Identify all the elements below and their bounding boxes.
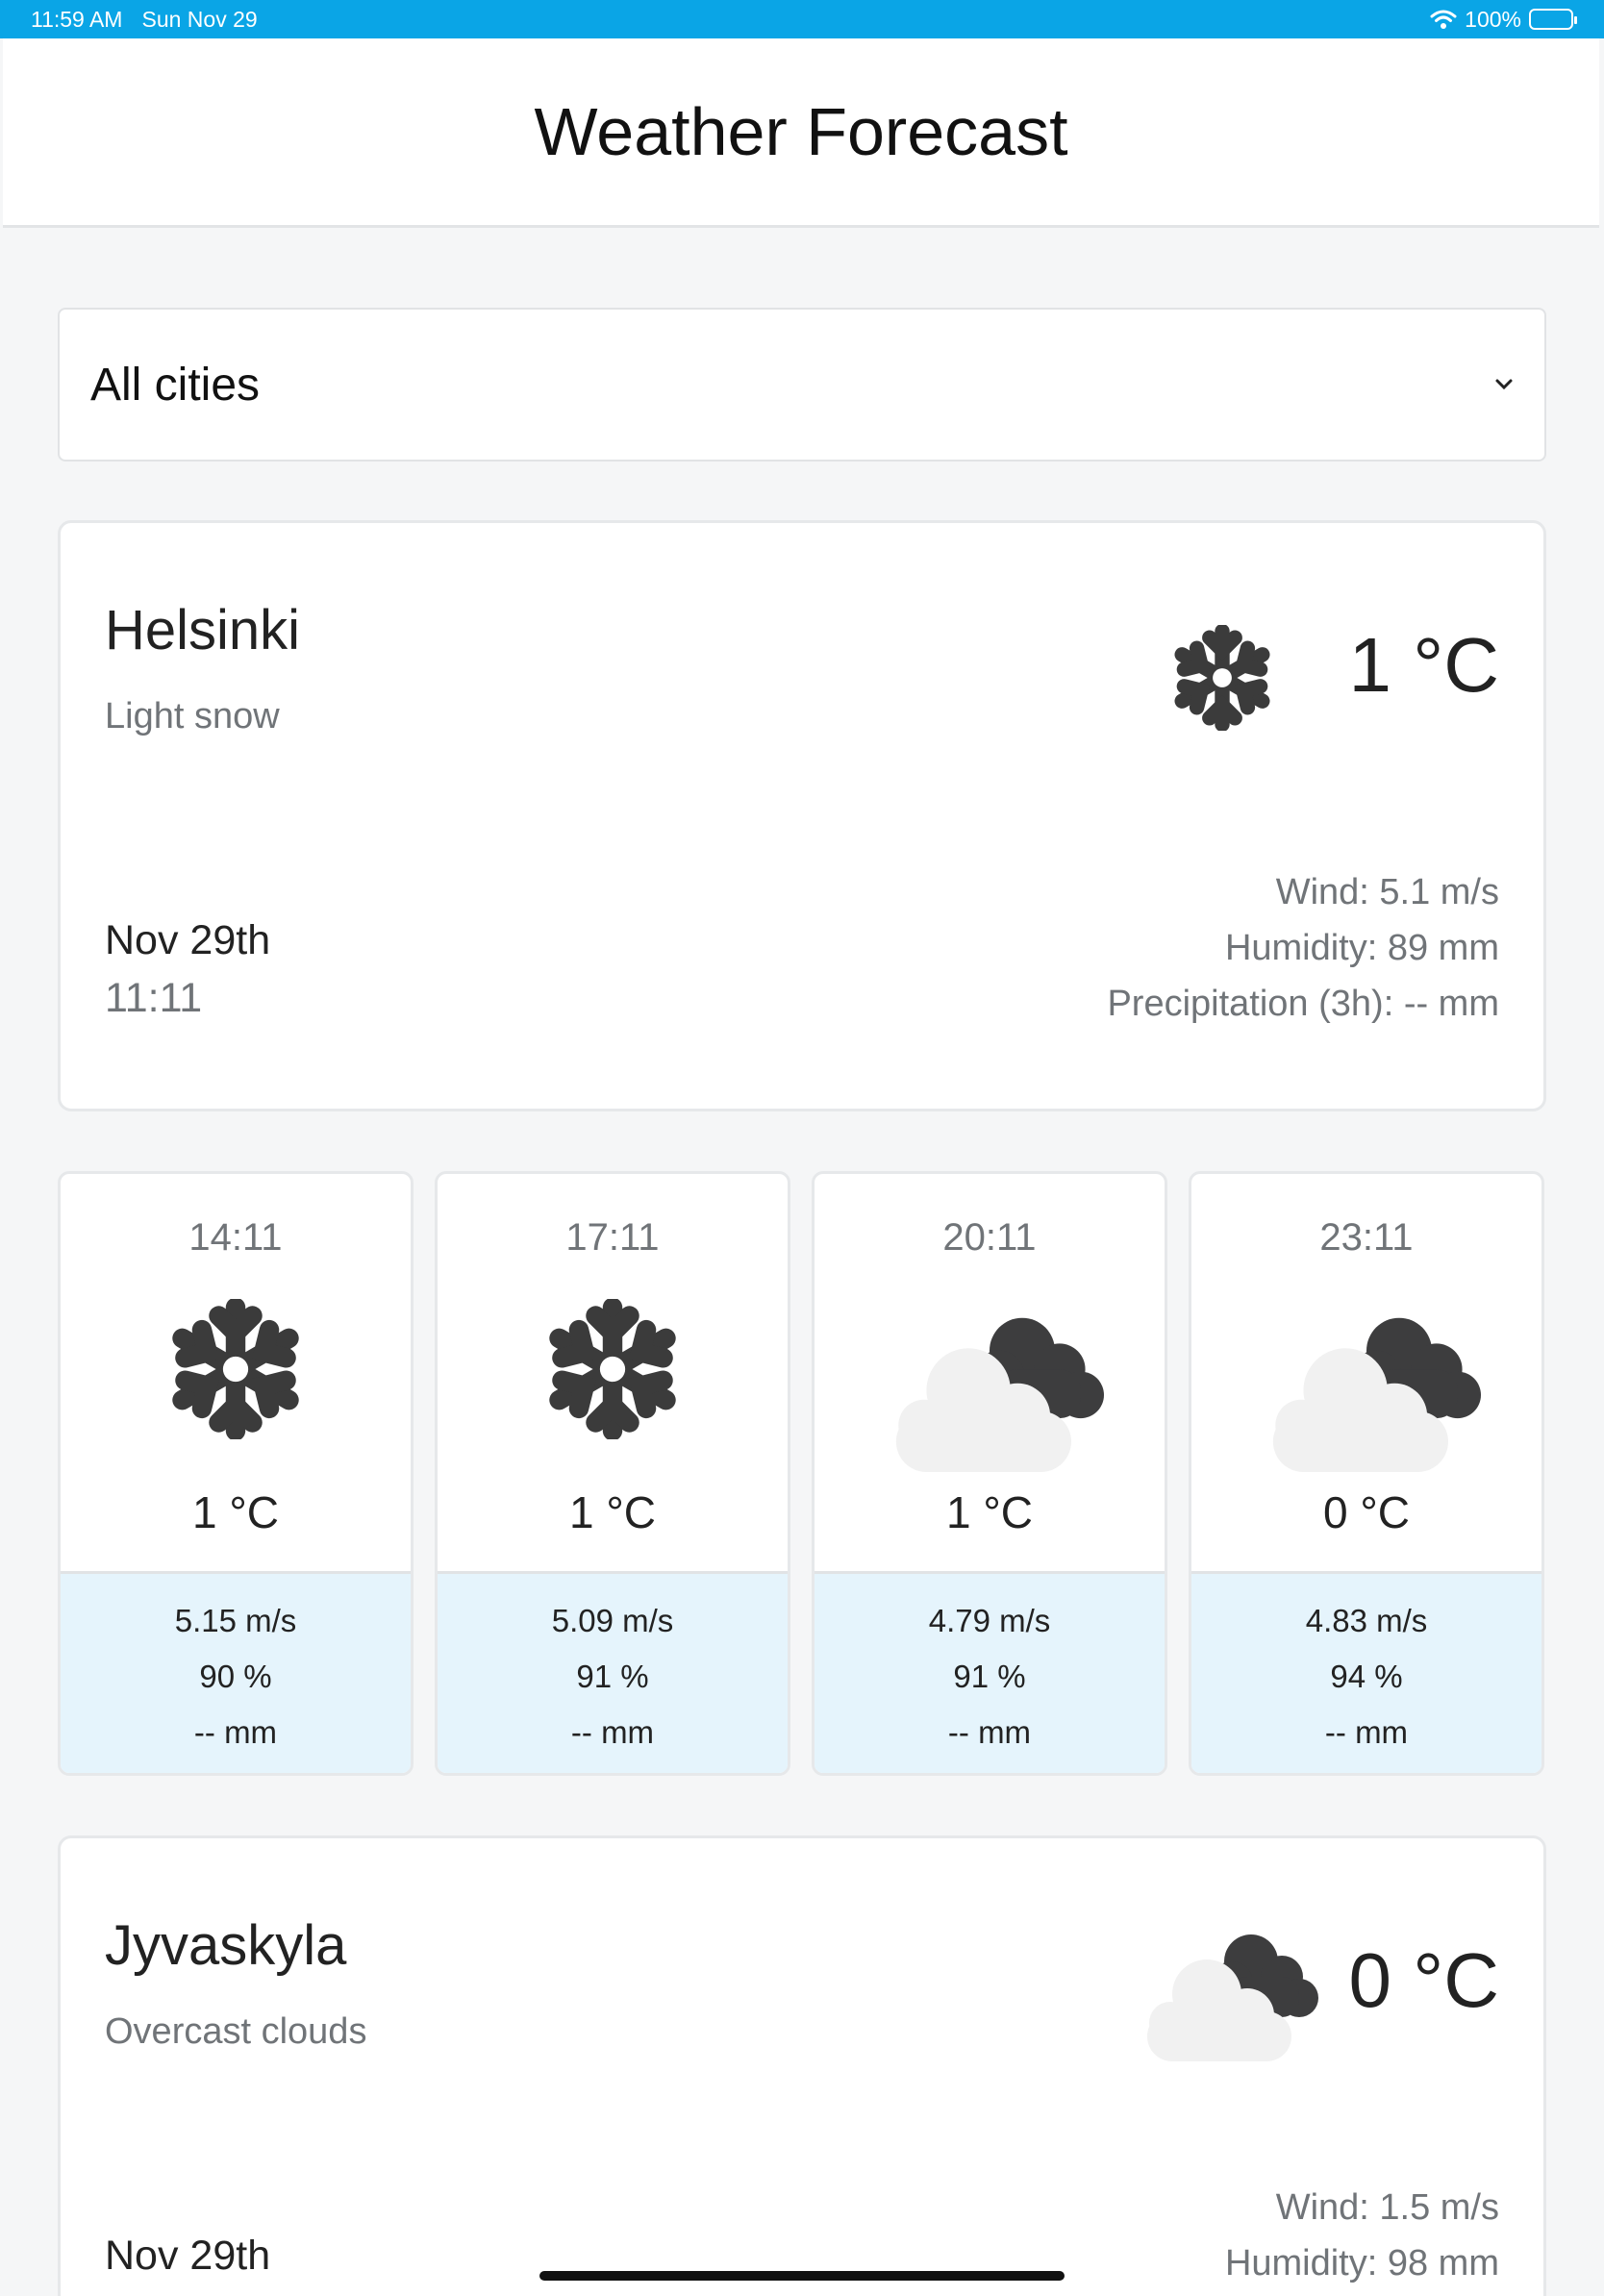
status-bar: 11:59 AM Sun Nov 29 100% [0,0,1604,38]
status-date: Sun Nov 29 [141,6,258,32]
forecast-precipitation: -- mm [947,1714,1032,1750]
forecast-humidity: 94 % [1330,1659,1403,1694]
status-right: 100% [1430,6,1577,33]
overcast-clouds-icon [895,1317,1104,1472]
city-select[interactable]: All cities [58,308,1546,462]
snowflake-icon [542,1299,683,1439]
humidity-value: Humidity: 89 mm [1224,928,1499,968]
city-card: Helsinki Light snow 1 °C Nov 29th 11:11 … [58,520,1546,1111]
forecast-precipitation: -- mm [1324,1714,1409,1750]
weather-details: Wind: 1.5 m/s Humidity: 98 mm [1225,2180,1499,2291]
wind-value: Wind: 5.1 m/s [1275,872,1499,912]
weather-details: Wind: 5.1 m/s Humidity: 89 mm Precipitat… [1107,864,1499,1032]
forecast-details: 4.79 m/s 91 % -- mm [815,1571,1165,1773]
forecast-temperature: 1 °C [569,1487,656,1537]
overcast-clouds-icon [1147,1934,1318,2061]
forecast-humidity: 91 % [576,1659,649,1694]
city-name: Jyvaskyla [105,1914,347,1977]
forecast-time: 23:11 [1319,1216,1414,1259]
wifi-icon [1430,10,1457,29]
forecast-time: 14:11 [188,1216,283,1259]
forecast-wind: 5.15 m/s [174,1603,297,1638]
snowflake-icon [165,1299,306,1439]
forecast-date: Nov 29th [105,917,271,963]
forecast-humidity: 91 % [953,1659,1026,1694]
status-time: 11:59 AM [31,6,123,32]
forecast-humidity: 90 % [199,1659,272,1694]
humidity-value: Humidity: 98 mm [1224,2243,1499,2284]
weather-description: Light snow [105,696,280,736]
forecast-tile: 20:11 1 °C 4.79 m/s 91 % -- mm [812,1171,1167,1776]
overcast-clouds-icon [1272,1317,1481,1472]
page-title: Weather Forecast [534,94,1068,169]
forecast-wind: 5.09 m/s [551,1603,674,1638]
forecast-temperature: 1 °C [192,1487,279,1537]
forecast-time: 17:11 [565,1216,660,1259]
battery-icon [1529,9,1577,30]
forecast-date: Nov 29th [105,2233,271,2279]
forecast-details: 5.09 m/s 91 % -- mm [438,1571,788,1773]
forecast-precipitation: -- mm [570,1714,655,1750]
city-select-value: All cities [90,359,261,411]
snowflake-icon [1169,625,1275,731]
forecast-tile: 23:11 0 °C 4.83 m/s 94 % -- mm [1189,1171,1544,1776]
forecast-temperature: 0 °C [1323,1487,1410,1537]
current-temperature: 1 °C [1348,622,1499,708]
forecast-details: 5.15 m/s 90 % -- mm [61,1571,411,1773]
city-name: Helsinki [105,599,301,661]
wind-value: Wind: 1.5 m/s [1275,2187,1499,2228]
forecast-precipitation: -- mm [193,1714,278,1750]
forecast-time: 20:11 [942,1216,1037,1259]
forecast-temperature: 1 °C [946,1487,1033,1537]
forecast-tile: 17:11 1 °C 5.09 m/s 91 % -- mm [435,1171,790,1776]
weather-description: Overcast clouds [105,2011,367,2052]
forecast-tile: 14:11 1 °C 5.15 m/s 90 % -- mm [58,1171,414,1776]
battery-percent: 100% [1465,6,1521,32]
forecast-wind: 4.79 m/s [928,1603,1051,1638]
city-card: Jyvaskyla Overcast clouds 0 °C Nov 29th … [58,1835,1546,2296]
precipitation-value: Precipitation (3h): -- mm [1107,984,1499,1024]
weather-app: 11:59 AM Sun Nov 29 100% Weather Forecas… [0,0,1604,2296]
current-temperature: 0 °C [1348,1937,1499,2023]
forecast-wind: 4.83 m/s [1305,1603,1428,1638]
app-header: Weather Forecast [3,38,1599,228]
forecast-time: 11:11 [105,975,203,1021]
chevron-down-icon [1495,379,1513,390]
forecast-details: 4.83 m/s 94 % -- mm [1191,1571,1541,1773]
home-indicator[interactable] [539,2271,1065,2281]
